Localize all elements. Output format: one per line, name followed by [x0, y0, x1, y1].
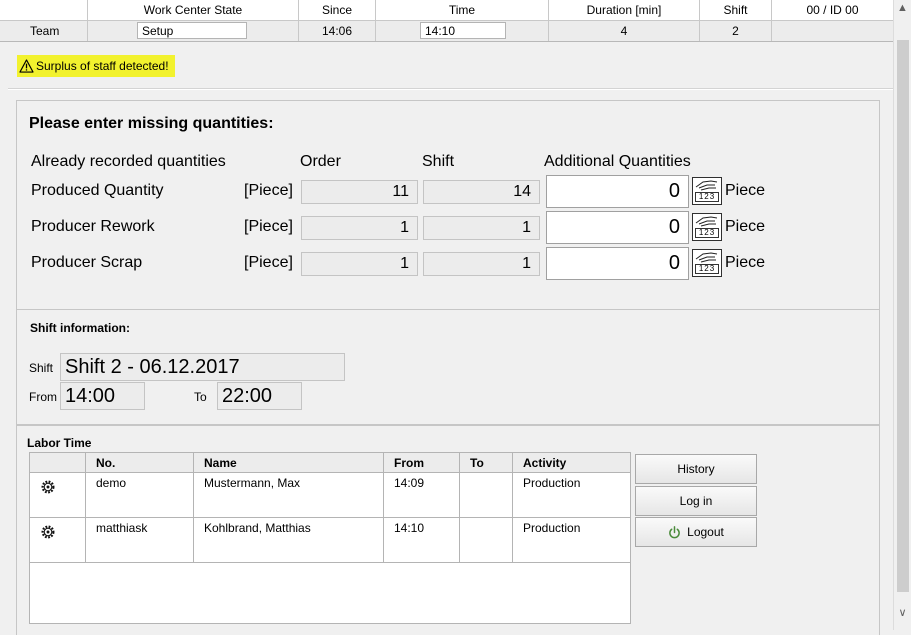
team-label: Team — [0, 21, 88, 41]
hand-keypad-icon — [695, 216, 718, 227]
row-activity: Production — [523, 521, 581, 535]
labor-col-icon — [30, 453, 86, 472]
header-col-state: Work Center State — [88, 0, 299, 20]
rework-unit: [Piece] — [244, 218, 293, 235]
state-cell: Setup — [88, 21, 299, 41]
time-field: 14:10 — [420, 22, 506, 39]
row-icon-cell — [30, 473, 86, 517]
quantities-title: Please enter missing quantities: — [29, 115, 274, 132]
hand-keypad-icon — [695, 252, 718, 263]
produced-quantity-unit: [Piece] — [244, 182, 293, 199]
labor-col-from[interactable]: From — [384, 453, 460, 472]
power-icon — [669, 525, 680, 538]
row-to — [460, 473, 513, 517]
scroll-up-icon[interactable]: ▲ — [894, 0, 911, 17]
history-button[interactable]: History — [635, 454, 757, 484]
labor-col-no[interactable]: No. — [86, 453, 194, 472]
row-no: matthiask — [86, 518, 194, 562]
scrap-label: Producer Scrap — [31, 254, 143, 271]
shift-label: Shift — [29, 361, 54, 375]
duration-value: 4 — [549, 21, 700, 41]
table-row[interactable]: matthiask Kohlbrand, Matthias 14:10 Prod… — [30, 518, 630, 563]
from-label: From — [29, 390, 57, 404]
id-value — [772, 21, 893, 41]
produced-shift-value: 14 — [423, 180, 540, 204]
keypad-digits: 123 — [695, 228, 719, 238]
rework-shift-value: 1 — [423, 216, 540, 240]
col-additional-heading: Additional Quantities — [544, 153, 691, 170]
login-button[interactable]: Log in — [635, 486, 757, 516]
col-order-heading: Order — [300, 153, 341, 170]
logout-button[interactable]: Logout — [635, 517, 757, 547]
rework-additional-input[interactable]: 0 — [546, 211, 689, 244]
header-col-duration: Duration [min] — [549, 0, 700, 20]
to-field: 22:00 — [217, 382, 302, 410]
shift-value: 2 — [700, 21, 772, 41]
labor-time-title: Labor Time — [27, 436, 92, 450]
vertical-scrollbar[interactable]: ▲ ∨ — [893, 0, 911, 630]
hand-keypad-icon — [695, 180, 718, 191]
produced-unit-after: Piece — [725, 182, 766, 199]
labor-col-activity[interactable]: Activity — [513, 453, 630, 472]
col-recorded-heading: Already recorded quantities — [31, 153, 226, 170]
row-icon-cell — [30, 518, 86, 562]
row-name: Kohlbrand, Matthias — [194, 518, 384, 562]
time-cell: 14:10 — [376, 21, 549, 41]
produced-quantity-label: Produced Quantity — [31, 182, 164, 199]
header-col-since: Since — [299, 0, 376, 20]
state-field: Setup — [137, 22, 247, 39]
gear-icon — [41, 525, 55, 539]
labor-col-to[interactable]: To — [460, 453, 513, 472]
header-values: Team Setup 14:06 14:10 4 2 — [0, 21, 893, 42]
rework-order-value: 1 — [301, 216, 418, 240]
keypad-digits: 123 — [695, 264, 719, 274]
rework-unit-after: Piece — [725, 218, 766, 235]
row-from: 14:09 — [384, 473, 460, 517]
labor-col-name[interactable]: Name — [194, 453, 384, 472]
labor-table-header: No. Name From To Activity — [30, 453, 630, 473]
header-col-shift: Shift — [700, 0, 772, 20]
scroll-down-icon[interactable]: ∨ — [894, 605, 911, 622]
produced-keypad-button[interactable]: 123 — [692, 177, 722, 205]
divider — [8, 88, 893, 90]
scrap-shift-value: 1 — [423, 252, 540, 276]
scrap-unit-after: Piece — [725, 254, 766, 271]
rework-label: Producer Rework — [31, 218, 155, 235]
rework-keypad-button[interactable]: 123 — [692, 213, 722, 241]
table-row[interactable]: demo Mustermann, Max 14:09 Production — [30, 473, 630, 518]
to-label: To — [194, 390, 207, 404]
labor-table[interactable]: No. Name From To Activity demo Musterman… — [29, 452, 631, 624]
since-value: 14:06 — [299, 21, 376, 41]
surplus-warning: Surplus of staff detected! — [17, 55, 175, 77]
header-col-blank — [0, 0, 88, 20]
gear-icon — [41, 480, 55, 494]
warning-triangle-icon — [19, 59, 34, 73]
scrap-keypad-button[interactable]: 123 — [692, 249, 722, 277]
row-to — [460, 518, 513, 562]
keypad-digits: 123 — [695, 192, 719, 202]
col-shift-heading: Shift — [422, 153, 455, 170]
shift-field: Shift 2 - 06.12.2017 — [60, 353, 345, 381]
from-field: 14:00 — [60, 382, 145, 410]
produced-additional-input[interactable]: 0 — [546, 175, 689, 208]
scrap-additional-input[interactable]: 0 — [546, 247, 689, 280]
row-activity: Production — [523, 476, 581, 490]
row-from: 14:10 — [384, 518, 460, 562]
logout-label: Logout — [687, 525, 724, 539]
header-columns: Work Center State Since Time Duration [m… — [0, 0, 893, 21]
scrap-unit: [Piece] — [244, 254, 293, 271]
row-name: Mustermann, Max — [194, 473, 384, 517]
header-col-time: Time — [376, 0, 549, 20]
header-col-id: 00 / ID 00 — [806, 3, 859, 17]
shift-info-title: Shift information: — [30, 321, 130, 335]
warning-text: Surplus of staff detected! — [36, 59, 169, 73]
scroll-thumb[interactable] — [897, 40, 909, 592]
scrap-order-value: 1 — [301, 252, 418, 276]
produced-order-value: 11 — [301, 180, 418, 204]
row-no: demo — [86, 473, 194, 517]
